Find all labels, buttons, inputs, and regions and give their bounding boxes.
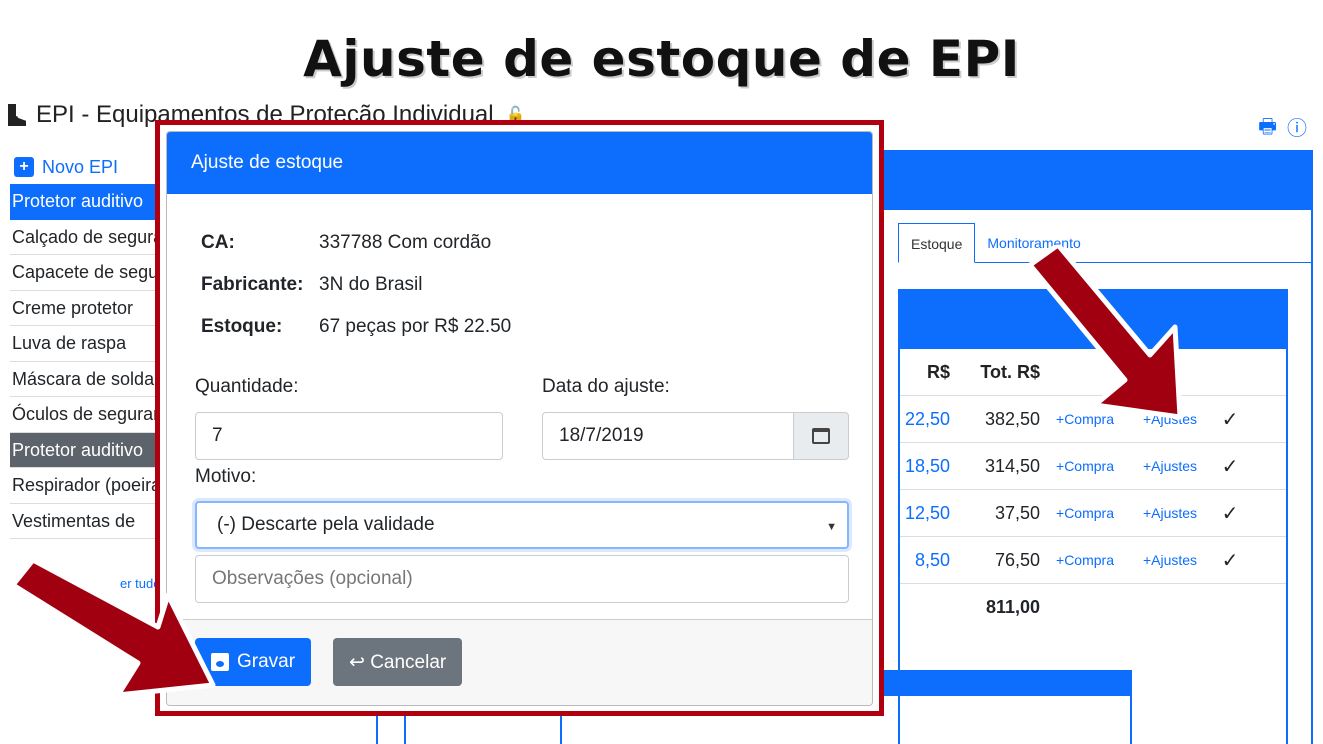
ca-value: 337788 Com cordão	[319, 232, 492, 253]
tab-monitoramento[interactable]: Monitoramento	[975, 223, 1092, 262]
adjust-link[interactable]: +Ajustes	[1130, 458, 1210, 474]
list-item[interactable]: Vestimentas de	[10, 504, 160, 539]
list-item[interactable]: Máscara de solda	[10, 362, 160, 397]
cancel-label: ↩ Cancelar	[349, 651, 447, 673]
boot-icon	[8, 104, 27, 126]
table-row: 22,50 382,50 +Compra +Ajustes ✓	[900, 396, 1286, 443]
top-icons: 🖶 ⓘ	[1258, 112, 1307, 146]
list-item[interactable]: Creme protetor	[10, 291, 160, 326]
modal-highlight-frame: Ajuste de estoque CA: 337788 Com cordão …	[155, 120, 884, 716]
epi-list: + Novo EPI Protetor auditivo Calçado de …	[10, 150, 160, 539]
notes-placeholder: Observações (opcional)	[212, 568, 413, 589]
date-label: Data do ajuste:	[542, 376, 670, 397]
total-cell: 76,50	[994, 549, 1040, 570]
check-icon: ✓	[1221, 502, 1239, 525]
new-epi-label: Novo EPI	[42, 156, 119, 177]
buy-link[interactable]: +Compra	[1040, 552, 1130, 568]
maker-value: 3N do Brasil	[319, 274, 423, 295]
modal-footer: Gravar ↩ Cancelar	[167, 619, 872, 705]
price-cell[interactable]: 22,50	[900, 409, 950, 430]
save-label: Gravar	[237, 651, 296, 672]
save-icon	[211, 653, 229, 671]
price-cell[interactable]: 18,50	[900, 456, 950, 477]
item-info: CA: 337788 Com cordão Fabricante: 3N do …	[201, 222, 511, 348]
table-header-row: R$ Tot. R$	[900, 349, 1286, 396]
total-cell: 37,50	[994, 502, 1040, 523]
quantity-label: Quantidade:	[195, 376, 299, 397]
list-item[interactable]: Óculos de segurança	[10, 397, 160, 433]
table-row: 12,50 37,50 +Compra +Ajustes ✓	[900, 490, 1286, 537]
adjust-link[interactable]: +Ajustes	[1130, 552, 1210, 568]
col-total-header: Tot. R$	[980, 361, 1040, 382]
check-icon: ✓	[1221, 549, 1239, 572]
adjust-link[interactable]: +Ajustes	[1130, 411, 1210, 427]
table-row: 18,50 314,50 +Compra +Ajustes ✓	[900, 443, 1286, 490]
total-cell: 382,50	[984, 408, 1040, 429]
total-cell: 314,50	[984, 455, 1040, 476]
date-input[interactable]: 18/7/2019	[542, 412, 794, 460]
cancel-button[interactable]: ↩ Cancelar	[333, 638, 463, 686]
save-button[interactable]: Gravar	[195, 638, 312, 686]
notes-input[interactable]: Observações (opcional)	[195, 555, 849, 603]
check-icon: ✓	[1221, 408, 1239, 431]
buy-link[interactable]: +Compra	[1040, 505, 1130, 521]
plus-icon: +	[14, 157, 34, 177]
table-total-row: 811,00	[900, 584, 1286, 631]
maker-label: Fabricante:	[201, 274, 304, 295]
reason-selected: (-) Descarte pela validade	[217, 514, 435, 535]
col-price-header: R$	[926, 361, 950, 382]
adjust-link[interactable]: +Ajustes	[1130, 505, 1210, 521]
list-item[interactable]: Protetor auditivo	[10, 432, 160, 468]
stock-value: 67 peças por R$ 22.50	[319, 316, 512, 337]
print-icon[interactable]: 🖶	[1258, 112, 1277, 146]
slide-title: Ajuste de estoque de EPI	[303, 30, 1020, 88]
help-icon[interactable]: ⓘ	[1287, 112, 1307, 146]
list-item[interactable]: Calçado de segurança	[10, 220, 160, 255]
check-icon: ✓	[1221, 455, 1239, 478]
calendar-icon	[812, 428, 830, 444]
new-epi-button[interactable]: + Novo EPI	[10, 150, 160, 184]
stock-table: R$ Tot. R$ 22,50 382,50 +Compra +Ajustes…	[900, 349, 1286, 631]
list-item[interactable]: Capacete de segurança	[10, 255, 160, 291]
list-item[interactable]: Luva de raspa	[10, 326, 160, 362]
reason-label: Motivo:	[195, 466, 257, 487]
calendar-button[interactable]	[793, 412, 849, 460]
buy-link[interactable]: +Compra	[1040, 411, 1130, 427]
price-cell[interactable]: 8,50	[900, 550, 950, 571]
chevron-down-icon: ▼	[826, 521, 837, 533]
tabs: Estoque Monitoramento	[898, 223, 1311, 263]
tab-estoque[interactable]: Estoque	[898, 223, 976, 263]
buy-link[interactable]: +Compra	[1040, 458, 1130, 474]
reason-select[interactable]: (-) Descarte pela validade ▼	[195, 501, 849, 549]
stock-panel-header	[900, 289, 1286, 349]
list-item[interactable]: Protetor auditivo	[10, 184, 160, 220]
stock-label: Estoque:	[201, 316, 283, 337]
table-row: 8,50 76,50 +Compra +Ajustes ✓	[900, 537, 1286, 584]
grand-total: 811,00	[985, 597, 1040, 617]
adjust-stock-modal: Ajuste de estoque CA: 337788 Com cordão …	[166, 131, 873, 706]
quantity-input[interactable]: 7	[195, 412, 503, 460]
ca-label: CA:	[201, 232, 235, 253]
modal-title: Ajuste de estoque	[167, 132, 872, 194]
list-item[interactable]: Respirador (poeira)	[10, 468, 160, 504]
price-cell[interactable]: 12,50	[900, 503, 950, 524]
